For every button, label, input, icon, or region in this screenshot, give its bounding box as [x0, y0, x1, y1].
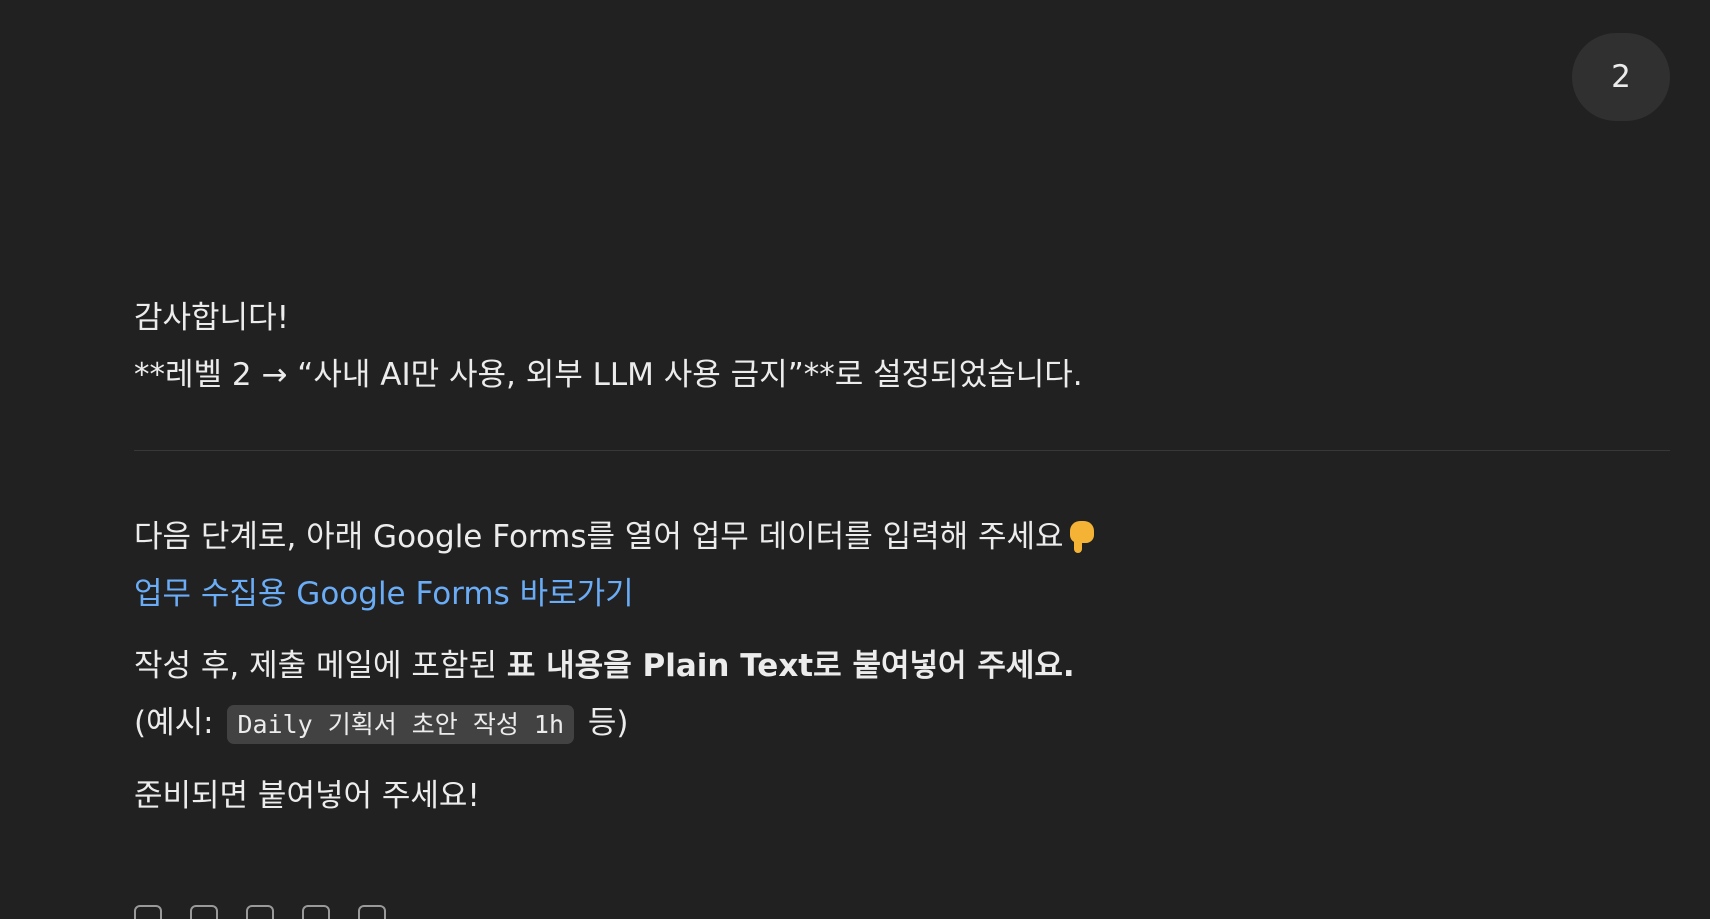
- copy-icon[interactable]: [134, 905, 162, 919]
- assistant-message: 감사합니다! **레벨 2 → “사내 AI만 사용, 외부 LLM 사용 금지…: [134, 290, 1670, 825]
- example-inline-code: Daily 기획서 초안 작성 1h: [227, 705, 575, 744]
- thumbs-down-icon[interactable]: [246, 905, 274, 919]
- next-step-text: 다음 단계로, 아래 Google Forms를 열어 업무 데이터를 입력해 …: [134, 509, 1670, 566]
- message-action-toolbar: [134, 905, 386, 919]
- chat-page: 2 감사합니다! **레벨 2 → “사내 AI만 사용, 외부 LLM 사용 …: [0, 0, 1710, 919]
- example-suffix: 등): [578, 705, 629, 741]
- next-step-label: 다음 단계로, 아래 Google Forms를 열어 업무 데이터를 입력해 …: [134, 519, 1064, 555]
- ready-text: 준비되면 붙여넣어 주세요!: [134, 778, 480, 814]
- level-setting-text: **레벨 2 → “사내 AI만 사용, 외부 LLM 사용 금지”**로 설정…: [134, 357, 1083, 393]
- after-submit-bold: 표 내용을 Plain Text로 붙여넣어 주세요.: [506, 648, 1075, 684]
- user-message-bubble: 2: [1572, 33, 1670, 121]
- google-forms-link[interactable]: 업무 수집용 Google Forms 바로가기: [134, 576, 634, 612]
- thanks-text: 감사합니다!: [134, 300, 290, 336]
- after-submit-prefix: 작성 후, 제출 메일에 포함된: [134, 648, 507, 684]
- regenerate-icon[interactable]: [358, 905, 386, 919]
- user-message-text: 2: [1611, 59, 1631, 95]
- pointing-down-hand-icon: [1066, 519, 1096, 553]
- example-prefix: (예시:: [134, 705, 224, 741]
- after-submit-text: 작성 후, 제출 메일에 포함된 표 내용을 Plain Text로 붙여넣어 …: [134, 638, 1670, 695]
- forms-link-line: 업무 수집용 Google Forms 바로가기: [134, 566, 1670, 623]
- example-text: (예시: Daily 기획서 초안 작성 1h 등): [134, 695, 1670, 753]
- divider: [134, 450, 1670, 451]
- read-aloud-icon[interactable]: [302, 905, 330, 919]
- thumbs-up-icon[interactable]: [190, 905, 218, 919]
